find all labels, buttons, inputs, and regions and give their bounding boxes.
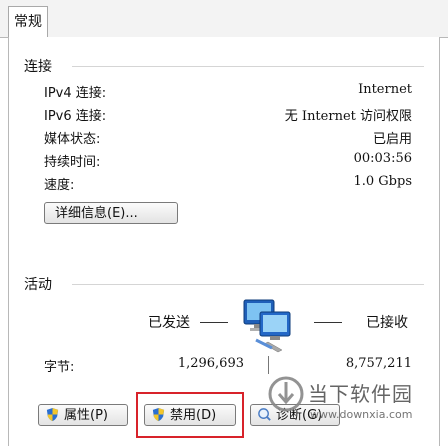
properties-button-label: 属性(P) xyxy=(64,408,108,423)
connection-separator xyxy=(72,66,424,67)
network-icon xyxy=(243,299,291,353)
tab-strip: 常规 xyxy=(0,0,448,38)
received-label: 已接收 xyxy=(366,315,408,331)
ipv4-value: Internet xyxy=(358,82,412,97)
bytes-received-value: 8,757,211 xyxy=(345,356,412,371)
ipv6-label: IPv6 连接: xyxy=(44,109,107,124)
bytes-label: 字节: xyxy=(44,360,75,375)
speed-value: 1.0 Gbps xyxy=(353,174,412,189)
watermark: 当下软件园 www.downxia.com xyxy=(268,370,448,446)
highlight-box xyxy=(136,392,244,438)
ipv6-value: 无 Internet 访问权限 xyxy=(284,109,412,124)
media-state-value: 已启用 xyxy=(372,132,412,147)
details-button[interactable]: 详细信息(E)... xyxy=(44,202,178,224)
sent-label: 已发送 xyxy=(148,315,190,331)
bytes-sent-value: 1,296,693 xyxy=(177,356,244,371)
shield-icon xyxy=(46,407,59,422)
duration-label: 持续时间: xyxy=(44,155,101,170)
properties-button[interactable]: 属性(P) xyxy=(38,404,128,426)
watermark-url: www.downxia.com xyxy=(310,408,413,421)
connection-group-title: 连接 xyxy=(24,59,52,75)
watermark-brand: 当下软件园 xyxy=(308,382,413,406)
sent-dash xyxy=(200,322,228,323)
ipv4-label: IPv4 连接: xyxy=(44,86,107,101)
received-dash xyxy=(314,322,342,323)
watermark-logo xyxy=(268,376,304,412)
tab-general[interactable]: 常规 xyxy=(8,6,48,38)
duration-value: 00:03:56 xyxy=(353,151,412,166)
activity-group-title: 活动 xyxy=(24,277,52,293)
speed-label: 速度: xyxy=(44,178,75,193)
media-state-label: 媒体状态: xyxy=(44,132,101,147)
activity-separator xyxy=(72,284,424,285)
